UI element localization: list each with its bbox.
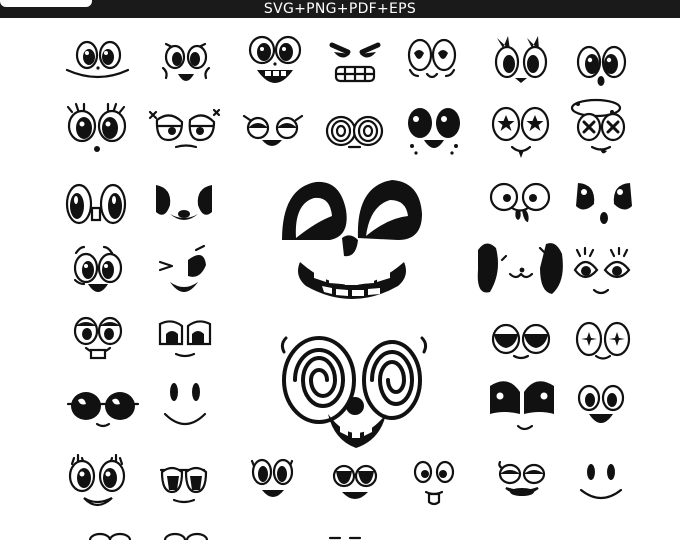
face-r4-c1 bbox=[73, 245, 123, 292]
face-collection-sheet: .k { fill: #111; } .w { fill: #fff; } .s… bbox=[0, 18, 680, 544]
face-r7-c5 bbox=[413, 460, 455, 506]
face-r7-c6 bbox=[498, 460, 546, 496]
formats-label: SVG+PNG+PDF+EPS bbox=[263, 1, 417, 17]
face-r7-c4 bbox=[332, 464, 378, 499]
face-r2-c6 bbox=[491, 106, 550, 158]
face-r1-c7 bbox=[576, 45, 627, 86]
face-r1-c1 bbox=[65, 40, 130, 79]
face-r7-c3 bbox=[250, 458, 294, 497]
face-r2-c1 bbox=[66, 102, 127, 152]
face-r4-c7 bbox=[573, 246, 631, 295]
face-r5-c2 bbox=[158, 320, 212, 358]
face-r1-c3 bbox=[248, 35, 302, 83]
face-r6-c1 bbox=[66, 392, 140, 428]
face-r3-c7 bbox=[576, 183, 632, 224]
face-r1-c5 bbox=[407, 38, 457, 79]
face-r1-c4 bbox=[329, 42, 381, 83]
face-r5-c7 bbox=[575, 321, 631, 360]
face-r7-c7 bbox=[579, 464, 623, 500]
face-r7-c2 bbox=[159, 466, 208, 504]
face-r1-c6 bbox=[494, 36, 548, 83]
face-r7-c1 bbox=[68, 453, 126, 507]
format-banner: SVG+PNG+PDF+EPS bbox=[0, 0, 680, 18]
face-r4-c6 bbox=[477, 243, 563, 294]
face-r3-c2 bbox=[156, 185, 212, 220]
face-r2-c2 bbox=[148, 108, 221, 149]
face-r4-c2 bbox=[158, 244, 206, 292]
faces-canvas: .k { fill: #111; } .w { fill: #fff; } .s… bbox=[65, 35, 632, 544]
face-r2-c5 bbox=[408, 108, 460, 155]
big-face-spiral-eyes bbox=[280, 336, 428, 448]
face-r2-c4 bbox=[325, 115, 384, 149]
face-r6-c6 bbox=[490, 381, 554, 431]
face-r8-partial bbox=[88, 532, 362, 544]
face-r2-c3 bbox=[242, 114, 304, 146]
face-r5-c6 bbox=[491, 323, 551, 360]
face-r1-c2 bbox=[161, 42, 211, 81]
face-r3-c6 bbox=[489, 182, 551, 222]
face-r2-c7 bbox=[570, 98, 626, 154]
face-r6-c2 bbox=[163, 383, 207, 426]
face-r6-c7 bbox=[577, 384, 625, 423]
face-r5-c1 bbox=[73, 316, 123, 360]
face-r3-c1 bbox=[65, 183, 127, 225]
big-face-grin bbox=[282, 180, 422, 299]
